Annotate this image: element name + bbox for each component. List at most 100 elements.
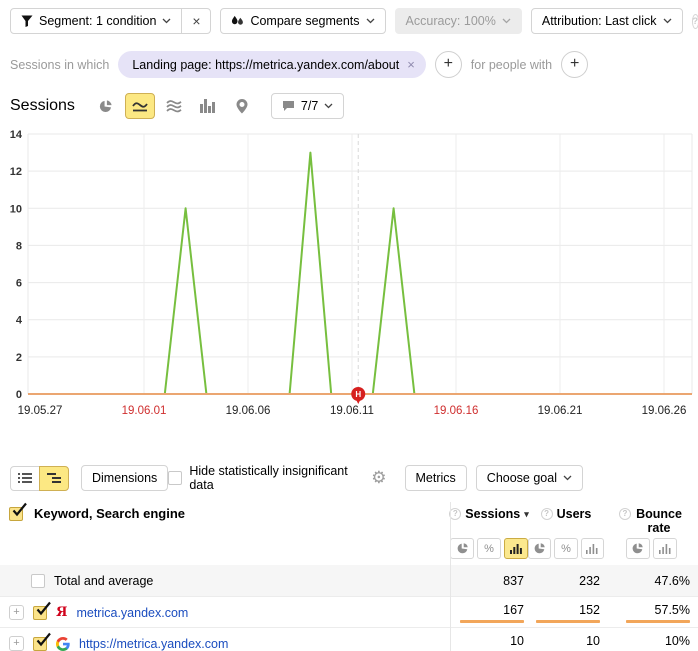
choose-goal-label: Choose goal	[487, 471, 557, 485]
bounce-value: 10%	[665, 634, 690, 648]
compare-segments-button[interactable]: Compare segments	[220, 8, 385, 34]
metrics-button[interactable]: Metrics	[405, 465, 467, 491]
segment-label: Segment: 1 condition	[39, 14, 156, 28]
filters-prefix-label: Sessions in which	[10, 58, 109, 72]
metric-toggle-row: % %	[0, 538, 698, 565]
help-icon: ?	[541, 508, 553, 520]
total-row-checkbox[interactable]	[31, 574, 45, 588]
gear-icon[interactable]: ⚙	[371, 468, 386, 488]
filters-suffix-label: for people with	[471, 58, 552, 72]
sessions-bar	[460, 620, 524, 623]
svg-text:19.06.26: 19.06.26	[642, 405, 687, 417]
users-bars-toggle-icon[interactable]	[581, 538, 604, 559]
table-vertical-divider	[450, 502, 451, 651]
comments-button[interactable]: 7/7	[271, 93, 344, 119]
svg-text:12: 12	[10, 166, 22, 178]
pie-chart-view-icon[interactable]	[91, 93, 121, 119]
attribution-button[interactable]: Attribution: Last click	[531, 8, 683, 34]
tree-view-icon[interactable]	[39, 466, 69, 491]
bounce-header-label: Bounce rate	[635, 507, 683, 536]
row-checkbox[interactable]	[33, 606, 47, 620]
svg-text:0: 0	[16, 389, 22, 401]
total-row-label: Total and average	[54, 574, 153, 588]
users-header-label: Users	[557, 507, 592, 521]
chevron-down-icon	[324, 103, 333, 109]
help-icon: ?	[619, 508, 631, 520]
users-pie-toggle-icon[interactable]	[528, 538, 551, 559]
report-toolbar: Dimensions Hide statistically insignific…	[0, 464, 698, 492]
table-row-total: Total and average 837 232 47.6%	[0, 565, 698, 596]
chip-close-icon[interactable]: ×	[407, 57, 415, 72]
list-view-icon[interactable]	[10, 466, 40, 491]
sessions-line-chart[interactable]: 0246810121419.05.2719.06.0119.06.0619.06…	[0, 126, 698, 426]
row-link[interactable]: metrica.yandex.com	[76, 606, 188, 620]
table-row: + https://metrica.yandex.com 10 10 10%	[0, 627, 698, 651]
help-icon: ?	[449, 508, 461, 520]
bounce-column-header[interactable]: ? Bounce rate	[604, 506, 698, 536]
bounce-bars-toggle-icon[interactable]	[653, 538, 677, 559]
sessions-value: 167	[503, 603, 524, 617]
segmentation-filters: Sessions in which Landing page: https://…	[10, 51, 698, 78]
bounce-bar	[626, 620, 690, 623]
add-session-condition-button[interactable]: +	[435, 51, 462, 78]
compare-drops-icon	[231, 15, 244, 28]
expand-row-button[interactable]: +	[9, 605, 24, 620]
users-column-header[interactable]: ? Users	[528, 506, 604, 521]
segment-button[interactable]: Segment: 1 condition	[10, 8, 182, 34]
sessions-pie-toggle-icon[interactable]	[450, 538, 474, 559]
sessions-bars-toggle-icon[interactable]	[504, 538, 528, 559]
bounce-value: 57.5%	[655, 603, 690, 617]
svg-text:19.06.06: 19.06.06	[226, 405, 271, 417]
help-icon[interactable]: ?	[692, 14, 698, 29]
column-chart-view-icon[interactable]	[193, 93, 223, 119]
map-view-icon[interactable]	[227, 93, 257, 119]
landing-page-filter-chip[interactable]: Landing page: https://metrica.yandex.com…	[118, 51, 425, 78]
expand-row-button[interactable]: +	[9, 636, 24, 651]
view-toggle-group	[10, 466, 69, 491]
chart-header: Sessions 7/7	[10, 93, 698, 119]
choose-goal-button[interactable]: Choose goal	[476, 465, 583, 491]
svg-text:2: 2	[16, 352, 22, 364]
users-percent-toggle[interactable]: %	[554, 538, 577, 559]
attribution-label: Attribution: Last click	[542, 14, 657, 28]
row-link[interactable]: https://metrica.yandex.com	[79, 637, 228, 651]
metrics-label: Metrics	[416, 471, 456, 485]
dimensions-label: Dimensions	[92, 471, 157, 485]
total-bounce-value: 47.6%	[655, 574, 690, 588]
add-people-condition-button[interactable]: +	[561, 51, 588, 78]
segment-close-button[interactable]: ×	[181, 8, 211, 34]
svg-text:19.06.01: 19.06.01	[122, 405, 167, 417]
bounce-pie-toggle-icon[interactable]	[626, 538, 650, 559]
chevron-down-icon	[502, 18, 511, 24]
filter-funnel-icon	[21, 15, 33, 27]
stacked-area-view-icon[interactable]	[159, 93, 189, 119]
svg-text:4: 4	[16, 315, 23, 327]
line-chart-view-icon[interactable]	[125, 93, 155, 119]
dimension-checkbox[interactable]	[9, 507, 23, 521]
speech-bubble-icon	[282, 100, 295, 112]
dimensions-button[interactable]: Dimensions	[81, 465, 168, 491]
svg-text:6: 6	[16, 278, 22, 290]
total-users-value: 232	[579, 574, 600, 588]
bounce-toggles	[604, 538, 698, 559]
chevron-down-icon	[663, 18, 672, 24]
sessions-header-label: Sessions	[465, 507, 520, 521]
svg-text:19.06.11: 19.06.11	[330, 405, 374, 417]
hide-insignificant-checkbox[interactable]	[168, 471, 182, 485]
svg-text:19.06.16: 19.06.16	[434, 405, 479, 417]
users-value: 152	[579, 603, 600, 617]
row-checkbox[interactable]	[33, 637, 47, 651]
accuracy-button[interactable]: Accuracy: 100%	[395, 8, 522, 34]
sessions-toggles: %	[450, 538, 528, 559]
svg-text:10: 10	[10, 203, 22, 215]
sessions-percent-toggle[interactable]: %	[477, 538, 501, 559]
hide-insignificant-label: Hide statistically insignificant data	[189, 464, 361, 492]
report-section: Dimensions Hide statistically insignific…	[0, 464, 698, 651]
dimension-header-label: Keyword, Search engine	[34, 506, 185, 521]
sessions-value: 10	[510, 634, 524, 648]
chart-title: Sessions	[10, 97, 75, 115]
svg-text:14: 14	[10, 129, 23, 141]
hide-insignificant-group: Hide statistically insignificant data	[168, 464, 361, 492]
sessions-column-header[interactable]: ? Sessions ▾	[450, 506, 528, 521]
table-row: + Я metrica.yandex.com 167 152 57.5%	[0, 596, 698, 627]
